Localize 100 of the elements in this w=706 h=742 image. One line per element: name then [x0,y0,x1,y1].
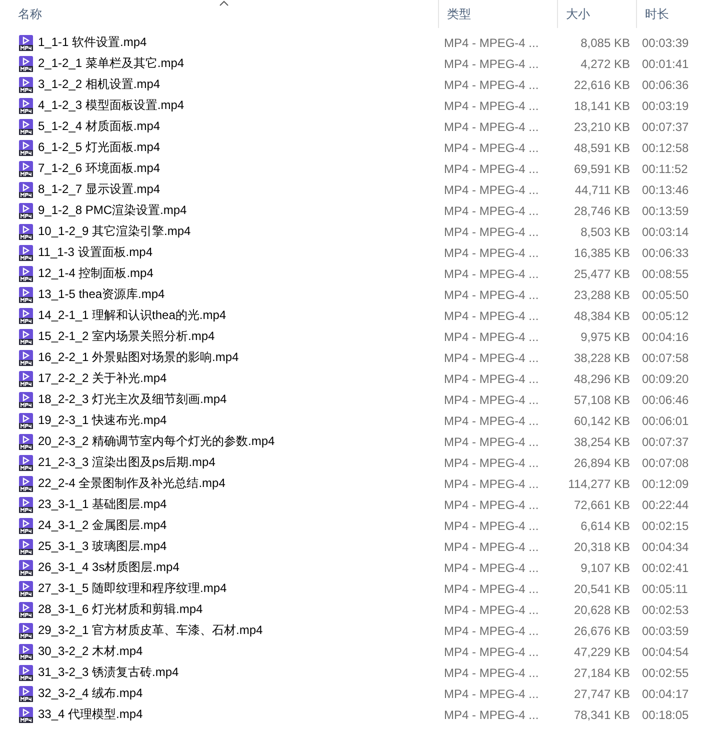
file-type: MP4 - MPEG-4 ... [443,286,540,304]
file-name[interactable]: 12_1-4 控制面板.mp4 [38,265,154,282]
file-size: 27,184 KB [572,664,631,682]
file-size: 9,975 KB [580,328,631,346]
file-type: MP4 - MPEG-4 ... [443,392,540,408]
file-size: 20,628 KB [572,602,631,618]
file-name[interactable]: 13_1-5 thea资源库.mp4 [38,286,165,303]
video-file-icon [18,518,34,534]
video-file-icon [18,476,34,492]
file-size: 16,385 KB [572,244,631,262]
file-name[interactable]: 6_1-2_5 灯光面板.mp4 [38,139,160,156]
file-type: MP4 - MPEG-4 ... [443,118,540,136]
file-type: MP4 - MPEG-4 ... [443,56,540,72]
file-type: MP4 - MPEG-4 ... [443,454,540,472]
file-duration: 00:02:55 [641,664,690,682]
file-size: 23,288 KB [572,286,631,304]
column-header[interactable]: 类型 [438,0,557,28]
file-name[interactable]: 30_3-2_2 木材.mp4 [38,643,143,660]
file-duration: 00:03:19 [641,98,690,114]
file-name[interactable]: 1_1-1 软件设置.mp4 [38,34,147,51]
file-type: MP4 - MPEG-4 ... [443,350,540,366]
video-file-icon [18,286,34,302]
file-name[interactable]: 24_3-1_2 金属图层.mp4 [38,517,167,534]
file-name[interactable]: 27_3-1_5 随即纹理和程序纹理.mp4 [38,580,227,597]
file-name[interactable]: 15_2-1_2 室内场景关照分析.mp4 [38,328,215,345]
file-duration: 00:11:52 [641,160,689,178]
file-duration: 00:05:11 [641,580,689,598]
file-duration: 00:05:50 [641,286,690,304]
file-type: MP4 - MPEG-4 ... [443,706,540,724]
video-file-icon [18,244,34,260]
file-name[interactable]: 33_4 代理模型.mp4 [38,706,143,723]
file-duration: 00:07:37 [641,434,690,450]
file-type: MP4 - MPEG-4 ... [443,622,540,640]
file-type: MP4 - MPEG-4 ... [443,76,540,94]
file-name[interactable]: 4_1-2_3 模型面板设置.mp4 [38,97,184,114]
video-file-icon [18,308,34,324]
file-name[interactable]: 2_1-2_1 菜单栏及其它.mp4 [38,55,184,72]
file-type: MP4 - MPEG-4 ... [443,202,540,220]
file-size: 48,296 KB [572,370,631,388]
file-type: MP4 - MPEG-4 ... [443,686,540,702]
file-duration: 00:02:41 [641,560,690,576]
file-size: 48,591 KB [572,140,631,156]
file-duration: 00:03:14 [641,224,690,240]
file-type: MP4 - MPEG-4 ... [443,182,540,198]
column-header[interactable]: 名称 [0,0,438,28]
file-name[interactable]: 23_3-1_1 基础图层.mp4 [38,496,167,513]
file-type: MP4 - MPEG-4 ... [443,476,540,492]
file-name[interactable]: 7_1-2_6 环境面板.mp4 [38,160,160,177]
column-header[interactable]: 时长 [636,0,706,28]
video-file-icon [18,560,34,576]
video-file-icon [18,224,34,240]
file-name[interactable]: 31_3-2_3 锈渍复古砖.mp4 [38,664,179,681]
file-duration: 00:06:01 [641,412,690,430]
file-size: 72,661 KB [572,496,631,514]
file-duration: 00:04:16 [641,328,690,346]
file-name[interactable]: 9_1-2_8 PMC渲染设置.mp4 [38,202,187,219]
video-file-icon [18,266,34,282]
file-name[interactable]: 25_3-1_3 玻璃图层.mp4 [38,538,167,555]
file-name[interactable]: 18_2-2_3 灯光主次及细节刻画.mp4 [38,391,227,408]
file-duration: 00:06:33 [641,244,690,262]
file-size: 6,614 KB [580,518,631,534]
video-file-icon [18,496,34,512]
file-name[interactable]: 20_2-3_2 精确调节室内每个灯光的参数.mp4 [38,433,275,450]
file-duration: 00:09:20 [641,370,690,388]
file-name[interactable]: 29_3-2_1 官方材质皮革、车漆、石材.mp4 [38,622,263,639]
file-name[interactable]: 11_1-3 设置面板.mp4 [38,244,152,261]
file-duration: 00:08:55 [641,266,690,282]
file-name[interactable]: 5_1-2_4 材质面板.mp4 [38,118,160,135]
file-duration: 00:07:37 [641,118,690,136]
video-file-icon [18,392,34,408]
file-name[interactable]: 14_2-1_1 理解和认识thea的光.mp4 [38,307,226,324]
file-name[interactable]: 19_2-3_1 快速布光.mp4 [38,412,167,429]
file-type: MP4 - MPEG-4 ... [443,560,540,576]
file-duration: 00:02:53 [641,602,690,618]
file-size: 38,254 KB [572,434,631,450]
file-name[interactable]: 26_3-1_4 3s材质图层.mp4 [38,559,180,576]
file-duration: 00:06:36 [641,76,690,94]
file-type: MP4 - MPEG-4 ... [443,244,540,262]
column-header[interactable]: 大小 [557,0,636,28]
file-duration: 00:01:41 [641,56,690,72]
video-file-icon [18,706,34,722]
file-size: 9,107 KB [580,560,631,576]
file-name[interactable]: 21_2-3_3 渲染出图及ps后期.mp4 [38,454,216,471]
file-size: 18,141 KB [572,98,631,114]
video-file-icon [18,602,34,618]
file-name[interactable]: 22_2-4 全景图制作及补光总结.mp4 [38,475,226,492]
file-name[interactable]: 16_2-2_1 外景贴图对场景的影响.mp4 [38,349,239,366]
file-duration: 00:07:08 [641,454,690,472]
file-size: 78,341 KB [572,706,631,724]
file-name[interactable]: 8_1-2_7 显示设置.mp4 [38,181,160,198]
file-name[interactable]: 28_3-1_6 灯光材质和剪辑.mp4 [38,601,203,618]
video-file-icon [18,370,34,386]
file-duration: 00:07:58 [641,350,690,366]
file-name[interactable]: 10_1-2_9 其它渲染引擎.mp4 [38,223,191,240]
file-name[interactable]: 32_3-2_4 绒布.mp4 [38,685,143,702]
video-file-icon [18,644,34,660]
file-type: MP4 - MPEG-4 ... [443,370,540,388]
file-size: 20,318 KB [572,538,631,556]
file-name[interactable]: 17_2-2_2 关于补光.mp4 [38,370,167,387]
file-name[interactable]: 3_1-2_2 相机设置.mp4 [38,76,160,93]
